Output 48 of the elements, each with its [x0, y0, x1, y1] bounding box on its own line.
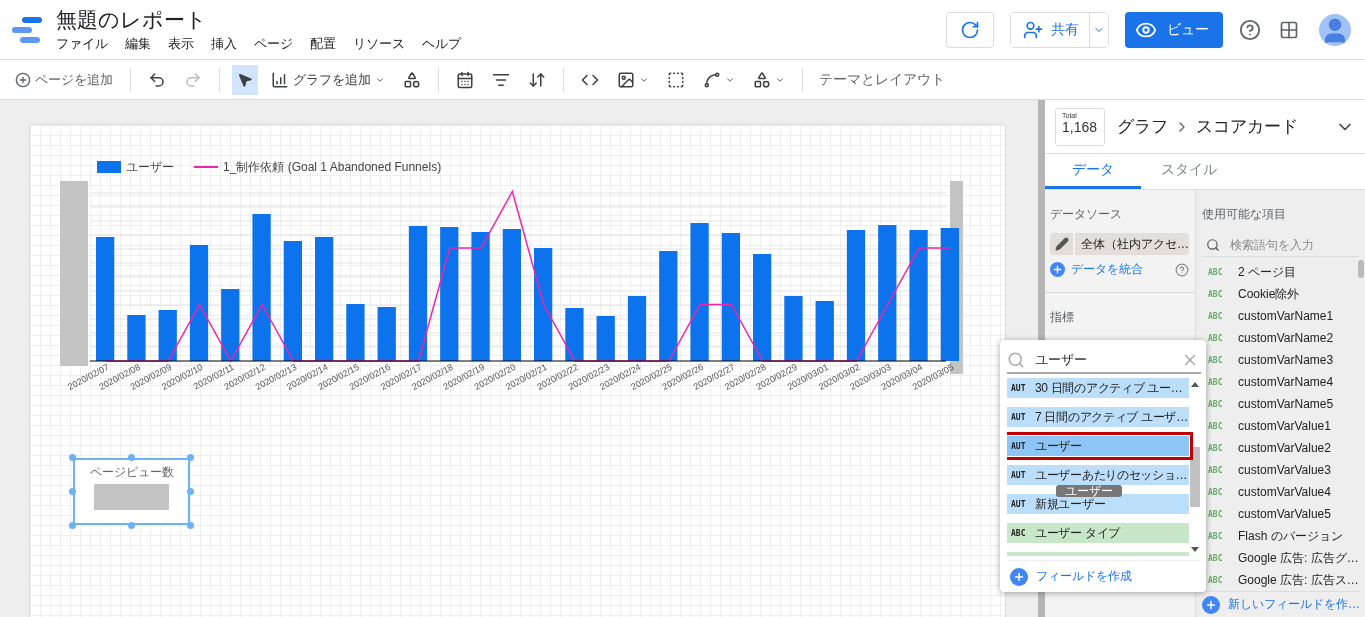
blend-data-link[interactable]: データを統合 — [1071, 261, 1169, 278]
view-button[interactable]: ビュー — [1125, 11, 1223, 48]
field-item[interactable]: ABC customVarName4 — [1202, 371, 1360, 393]
menu-item[interactable]: 編集 — [125, 34, 151, 53]
field-item[interactable]: ABC customVarName1 — [1202, 305, 1360, 327]
menu-item[interactable]: リソース — [353, 34, 405, 53]
field-item[interactable]: ABC customVarValue3 — [1202, 459, 1360, 481]
create-field-link[interactable]: フィールドを作成 — [1036, 568, 1201, 585]
field-item[interactable]: ABC Flash のバージョン — [1202, 525, 1360, 547]
data-source-selector[interactable]: 全体（社内アクセ… — [1050, 233, 1189, 255]
menu-item[interactable]: 挿入 — [211, 34, 237, 53]
field-item[interactable]: ABC Cookie除外 — [1202, 283, 1360, 305]
menu-item[interactable]: 表示 — [168, 34, 194, 53]
field-option[interactable]: ABC ユーザー タイプ — [1007, 523, 1189, 543]
available-fields-heading: 使用可能な項目 — [1202, 206, 1287, 223]
tooltip: ユーザー — [1056, 485, 1122, 497]
field-option[interactable]: AUT 30 日間のアクティブ ユー… — [1007, 378, 1189, 398]
legend-label: ユーザー — [126, 158, 174, 176]
data-source-heading: データソース — [1050, 206, 1123, 223]
menu-item[interactable]: ヘルプ — [422, 34, 461, 53]
field-option[interactable]: AUT ユーザーあたりのセッショ… — [1007, 465, 1189, 485]
menu-item[interactable]: ページ — [254, 34, 293, 53]
share-button[interactable]: 共有 — [1011, 12, 1090, 47]
add-chart-button[interactable]: グラフを追加 — [266, 64, 390, 95]
metric-heading: 指標 — [1050, 309, 1075, 326]
total-value: 1,168 — [1062, 118, 1099, 135]
field-item[interactable]: ABC customVarName2 — [1202, 327, 1360, 349]
field-item[interactable]: ABC customVarName3 — [1202, 349, 1360, 371]
field-item[interactable]: ABC customVarValue2 — [1202, 437, 1360, 459]
field-option[interactable]: AUT 7 日間のアクティブ ユーザ… — [1007, 407, 1189, 427]
field-item[interactable]: ABC Google 広告: 広告グ… — [1202, 547, 1360, 569]
field-item[interactable]: ABC customVarValue1 — [1202, 415, 1360, 437]
report-title[interactable]: 無題のレポート — [56, 6, 946, 33]
field-search-field[interactable]: 検索語句を入力 — [1228, 236, 1348, 253]
breadcrumb-item: スコアカード — [1196, 116, 1299, 139]
field-item[interactable]: ABC customVarValue4 — [1202, 481, 1360, 503]
menu-item[interactable]: 配置 — [310, 34, 336, 53]
field-item[interactable]: ABC Google 広告: 広告ス… — [1202, 569, 1360, 591]
breadcrumb-item: グラフ — [1117, 116, 1168, 139]
new-field-link[interactable]: 新しいフィールドを作… — [1228, 596, 1360, 613]
field-item[interactable]: ABC customVarValue5 — [1202, 503, 1360, 525]
scorecard-label: ページビュー数 — [89, 464, 174, 481]
field-item[interactable]: ABC customVarName5 — [1202, 393, 1360, 415]
field-item[interactable]: ABC 2 ページ目 — [1202, 261, 1360, 283]
theme-layout-button[interactable]: テーマとレイアウト — [815, 70, 949, 89]
menu-item[interactable]: ファイル — [56, 34, 108, 53]
legend-label: 1_制作依頼 (Goal 1 Abandoned Funnels) — [223, 158, 442, 176]
add-page-button[interactable]: ページを追加 — [10, 64, 118, 95]
